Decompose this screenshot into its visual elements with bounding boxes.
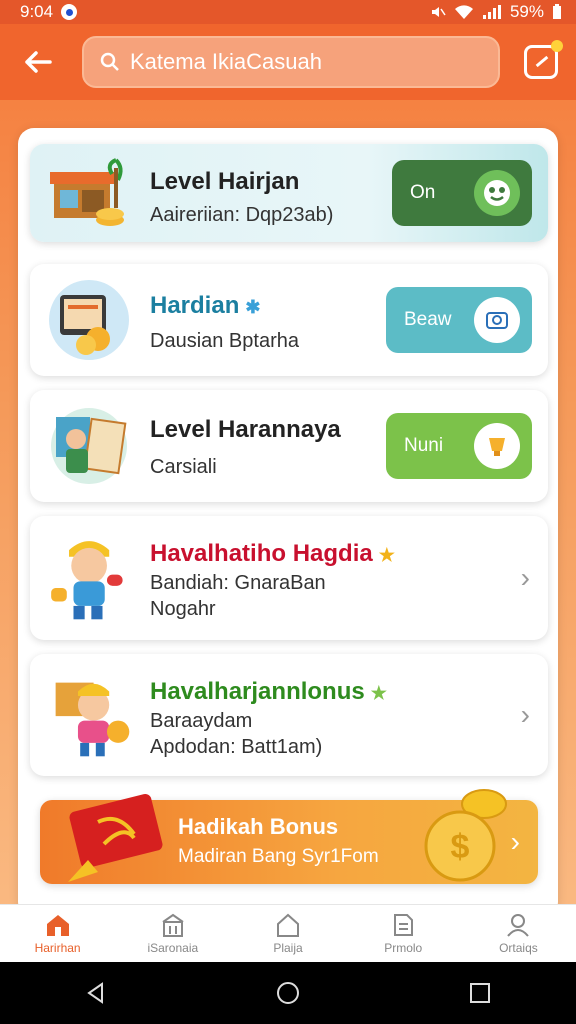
- gold-coin-icon: $: [424, 789, 507, 882]
- tab-document[interactable]: Prmolo: [346, 905, 461, 962]
- tab-store[interactable]: iSaronaia: [115, 905, 230, 962]
- app-bar: Katema IkiaCasuah: [0, 24, 576, 100]
- star-icon: ★: [378, 545, 395, 565]
- share-button[interactable]: [524, 40, 563, 79]
- signal-icon: [482, 5, 501, 19]
- back-arrow-icon: [25, 51, 52, 73]
- tab-label: Prmolo: [384, 941, 423, 955]
- system-nav-bar: [0, 962, 576, 1024]
- wifi-icon: [454, 5, 473, 19]
- store-icon: [162, 913, 184, 937]
- mute-icon: [431, 7, 446, 17]
- status-bar: 9:04 59%: [0, 0, 576, 24]
- card-subtitle: Aaireriian: Dqp23ab): [150, 204, 334, 226]
- toggle-on[interactable]: On: [392, 160, 532, 226]
- person-icon: [507, 914, 530, 937]
- level-card-2[interactable]: Hardian ✱ Dausian Bptarha Beaw: [30, 264, 548, 376]
- chevron-right-icon: ›: [520, 562, 530, 593]
- camera-icon: [486, 312, 508, 329]
- status-time: 9:04: [20, 2, 54, 21]
- app-notification-icon: [61, 4, 78, 20]
- toggle-button[interactable]: Nuni: [386, 413, 532, 479]
- tab-house[interactable]: Plaija: [230, 905, 345, 962]
- toggle-label: On: [410, 182, 436, 203]
- svg-text:$: $: [451, 828, 470, 866]
- home-icon: [46, 915, 69, 936]
- level-card-3[interactable]: Level Harannaya Carsiali Nuni: [30, 390, 548, 502]
- card-subtitle: Baraaydam: [150, 710, 253, 732]
- search-text: Katema IkiaCasuah: [130, 49, 322, 74]
- card-title: Hardian ✱: [150, 292, 261, 319]
- toggle-knob-icon: [474, 423, 520, 469]
- recents-square-icon[interactable]: [468, 981, 492, 1005]
- toggle-button[interactable]: Beaw: [386, 287, 532, 353]
- card-subtitle-2: Nogahr: [150, 598, 216, 620]
- back-button[interactable]: [18, 42, 58, 82]
- student-book-icon: [51, 408, 127, 484]
- bonus-subtitle: Madiran Bang Syr1Fom: [178, 846, 379, 867]
- red-envelope-icon: [68, 793, 163, 882]
- frog-icon: [484, 180, 510, 206]
- bottom-tab-bar: Harirhan iSaronaia Plaija Prmolo Ortaiqs: [0, 904, 576, 962]
- level-card-4[interactable]: Havalhatiho Hagdia ★ Bandiah: GnaraBan No…: [30, 516, 548, 640]
- runner-boy-icon: [51, 541, 123, 620]
- back-triangle-icon[interactable]: [84, 981, 108, 1005]
- tab-profile[interactable]: Ortaiqs: [461, 905, 576, 962]
- card-title: Havalharjannlonus ★: [150, 678, 387, 705]
- card-subtitle: Dausian Bptarha: [150, 330, 299, 352]
- toggle-knob-icon: [474, 297, 520, 343]
- battery-icon: [553, 4, 561, 19]
- card-subtitle: Bandiah: GnaraBan: [150, 572, 326, 594]
- toggle-label: Nuni: [404, 435, 444, 456]
- card-subtitle-2: Apdodan: Batt1am): [150, 736, 323, 758]
- card-title: Havalhatiho Hagdia ★: [150, 540, 395, 567]
- level-card-5[interactable]: Havalharjannlonus ★ Baraaydam Apdodan: Ba…: [30, 654, 548, 776]
- home-circle-icon[interactable]: [276, 981, 300, 1005]
- card-title: Level Hairjan: [150, 168, 300, 195]
- card-subtitle: Carsiali: [150, 456, 217, 478]
- star-icon: ★: [370, 683, 387, 703]
- bonus-title: Hadikah Bonus: [178, 814, 339, 839]
- tab-label: iSaronaia: [147, 941, 199, 955]
- chevron-right-icon: ›: [520, 699, 530, 730]
- document-icon: [394, 914, 414, 936]
- house-icon: [277, 913, 299, 937]
- toggle-label: Beaw: [404, 309, 452, 330]
- bonus-banner[interactable]: Hadikah Bonus Madiran Bang Syr1Fom $ ›: [40, 789, 538, 884]
- battery-percent: 59%: [509, 2, 544, 21]
- sparkle-icon: ✱: [245, 297, 261, 317]
- search-bar[interactable]: Katema IkiaCasuah: [82, 36, 500, 88]
- search-icon: [100, 52, 119, 71]
- level-card-1[interactable]: Level Hairjan Aaireriian: Dqp23ab) On: [30, 144, 548, 242]
- card-title: Level Harannaya: [150, 416, 341, 443]
- tab-home[interactable]: Harirhan: [0, 905, 115, 962]
- tab-label: Ortaiqs: [499, 941, 538, 955]
- trophy-icon: [489, 438, 505, 456]
- tab-label: Harirhan: [34, 941, 81, 955]
- delivery-boy-icon: [55, 682, 130, 757]
- market-stall-icon: [50, 158, 124, 226]
- toggle-knob-icon: [474, 170, 520, 216]
- chevron-right-icon: ›: [510, 826, 520, 857]
- tablet-coins-icon: [49, 280, 129, 360]
- tab-label: Plaija: [273, 941, 303, 955]
